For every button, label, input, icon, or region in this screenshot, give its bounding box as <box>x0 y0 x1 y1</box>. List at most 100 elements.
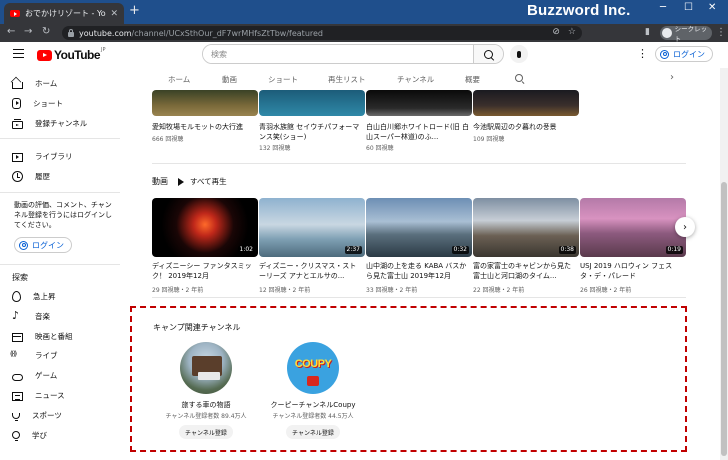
browser-menu-icon[interactable]: ⋮ <box>716 27 726 38</box>
sidebar-item-history[interactable]: 履歴 <box>0 166 120 186</box>
video-thumbnail[interactable] <box>259 90 365 116</box>
incognito-icon <box>662 28 672 38</box>
back-icon[interactable]: ← <box>7 26 15 37</box>
voice-search-button[interactable] <box>510 45 528 63</box>
coupy-logo-icon <box>307 376 319 386</box>
sidebar-item-movies[interactable]: 映画と番組 <box>0 326 120 346</box>
eye-off-icon[interactable]: ⊘ <box>552 27 560 37</box>
tab-videos[interactable]: 動画 <box>222 74 237 85</box>
play-all-button[interactable]: すべて再生 <box>178 176 227 187</box>
subscribe-button[interactable]: チャンネル登録 <box>179 425 233 439</box>
sidebar-item-label: ニュース <box>35 390 65 400</box>
hamburger-menu-icon[interactable] <box>13 49 24 58</box>
close-tab-icon[interactable]: ✕ <box>110 9 118 19</box>
chevron-right-icon[interactable]: › <box>670 72 674 83</box>
video-thumbnail[interactable]: 2:37 <box>259 198 365 257</box>
tab-home[interactable]: ホーム <box>168 74 190 85</box>
maximize-icon[interactable]: ☐ <box>684 2 693 13</box>
video-thumbnail[interactable]: 0:32 <box>366 198 472 257</box>
sidebar-item-sports[interactable]: スポーツ <box>0 405 120 425</box>
tab-about[interactable]: 概要 <box>465 74 480 85</box>
search-button[interactable] <box>473 45 503 63</box>
browser-tab[interactable]: おでかけリゾート - YouTube ✕ <box>4 3 124 24</box>
video-duration: 1:02 <box>237 246 255 254</box>
tab-shorts[interactable]: ショート <box>268 74 298 85</box>
video-thumbnail[interactable] <box>473 90 579 116</box>
video-meta: 60 回視聴 <box>366 145 394 152</box>
sidebar-item-library[interactable]: ライブラリ <box>0 146 120 166</box>
learning-icon <box>12 431 20 441</box>
sidebar-item-label: 履歴 <box>35 171 50 181</box>
page-scrollbar[interactable] <box>720 68 728 460</box>
channel-avatar[interactable] <box>180 342 232 394</box>
sidebar-item-trending[interactable]: 急上昇 <box>0 286 120 306</box>
play-icon <box>178 177 184 186</box>
url-path: /channel/UCxSthOur_dF7wrMHfsZtTbw/featur… <box>131 28 323 38</box>
sidebar-item-learning[interactable]: 学び <box>0 425 120 445</box>
video-title[interactable]: USJ 2019 ハロウィン フェスタ・デ・パレード <box>580 261 684 281</box>
video-thumbnail[interactable]: 1:02 <box>152 198 258 257</box>
sidebar-divider <box>0 264 120 265</box>
scrollbar-thumb[interactable] <box>721 182 727 456</box>
gaming-icon <box>12 373 23 381</box>
section-divider <box>152 297 686 298</box>
channel-name[interactable]: クーピーチャンネルCoupy <box>258 400 368 410</box>
sidebar-item-music[interactable]: 音楽 <box>0 306 120 326</box>
video-title[interactable]: 山中湖の上を走る KABA バスから見た富士山 2019年12月 <box>366 261 470 281</box>
sidebar-item-label: ライブ <box>35 350 58 360</box>
sidebar-item-subscriptions[interactable]: 登録チャンネル <box>0 113 120 133</box>
shorts-icon <box>12 97 21 109</box>
url-field[interactable]: youtube.com/channel/UCxSthOur_dF7wrMHfsZ… <box>62 26 582 40</box>
sidebar-item-news[interactable]: ニュース <box>0 385 120 405</box>
video-title[interactable]: 白山白川郷ホワイトロード(旧 白山スーパー林道)のふ... <box>366 122 470 142</box>
video-thumbnail[interactable] <box>152 90 258 116</box>
trending-icon <box>12 290 21 302</box>
tab-playlists[interactable]: 再生リスト <box>328 74 366 85</box>
login-label: ログイン <box>32 240 64 250</box>
youtube-logo[interactable]: YouTube JP <box>37 47 106 62</box>
reload-icon[interactable]: ↻ <box>42 26 50 37</box>
forward-icon[interactable]: → <box>24 26 32 37</box>
channel-name[interactable]: 旅する車の物語 <box>151 400 261 410</box>
side-panel-icon[interactable]: ▮ <box>645 27 650 37</box>
new-tab-icon[interactable]: + <box>129 4 140 18</box>
lock-icon <box>68 28 74 37</box>
masthead-login-button[interactable]: ログイン <box>655 46 713 62</box>
video-meta: 26 回視聴・2 年前 <box>580 287 632 294</box>
login-promo-text: 動画の評価、コメント、チャンネル登録を行うにはログインしてください。 <box>14 201 112 229</box>
sidebar-item-home[interactable]: ホーム <box>0 73 120 93</box>
video-title[interactable]: 青羽水族館 セイウチパフォーマンス笑(ショー) <box>259 122 363 142</box>
settings-kebab-icon[interactable]: ⋮ <box>637 47 648 60</box>
sidebar-item-label: 音楽 <box>35 311 50 321</box>
play-all-label: すべて再生 <box>190 177 227 186</box>
incognito-profile-button[interactable]: シークレット <box>660 25 712 43</box>
sidebar-item-shorts[interactable]: ショート <box>0 93 120 113</box>
carousel-next-button[interactable]: › <box>675 217 695 237</box>
sidebar-item-gaming[interactable]: ゲーム <box>0 365 120 385</box>
channel-search-icon[interactable] <box>515 74 523 82</box>
videos-section-title[interactable]: 動画 <box>152 176 168 187</box>
video-title[interactable]: ディズニー・クリスマス・ストーリーズ アナとエルサの... <box>259 261 363 281</box>
minimize-icon[interactable]: ─ <box>660 2 666 13</box>
channel-subscribers: チャンネル登録者数 89.4万人 <box>165 413 247 420</box>
subscribe-button[interactable]: チャンネル登録 <box>286 425 340 439</box>
bookmark-star-icon[interactable]: ☆ <box>568 27 576 37</box>
channel-avatar[interactable]: COUPY <box>287 342 339 394</box>
video-thumbnail[interactable] <box>366 90 472 116</box>
close-window-icon[interactable]: ✕ <box>708 2 716 13</box>
address-bar: ← → ↻ youtube.com/channel/UCxSthOur_dF7w… <box>0 24 728 43</box>
sidebar-login-button[interactable]: ログイン <box>14 237 72 253</box>
tab-channels[interactable]: チャンネル <box>397 74 434 85</box>
video-title[interactable]: 富の家富士のキャビンから見た富士山と河口湖のタイム... <box>473 261 577 281</box>
video-duration: 2:37 <box>344 246 362 254</box>
video-thumbnail[interactable]: 0:38 <box>473 198 579 257</box>
home-icon <box>12 81 23 89</box>
video-title[interactable]: 愛知牧場モルモットの大行進 <box>152 122 256 132</box>
video-thumbnail[interactable]: 0:19 <box>580 198 686 257</box>
youtube-favicon-icon <box>10 10 20 17</box>
video-title[interactable]: 今池駅周辺の夕暮れの풍景 <box>473 122 577 132</box>
sidebar-item-live[interactable]: ライブ <box>0 345 120 365</box>
search-input[interactable] <box>203 45 473 63</box>
video-meta: 29 回視聴・2 年前 <box>152 287 204 294</box>
video-title[interactable]: ディズニーシー ファンタスミック！ 2019年12月 <box>152 261 256 281</box>
